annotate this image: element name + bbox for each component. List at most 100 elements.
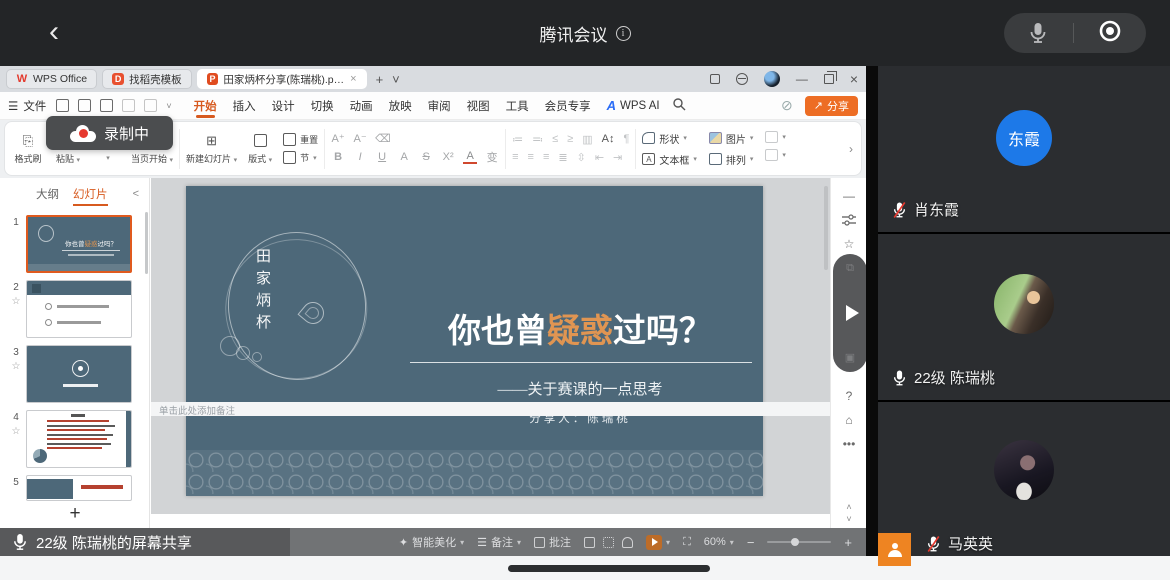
bullets-icon[interactable]: ≔ — [512, 133, 523, 146]
menu-insert[interactable]: 插入 — [225, 92, 264, 120]
outline-tab[interactable]: 大纲 — [36, 186, 59, 202]
document-tab-active[interactable]: P 田家炳杯分享(陈瑞桃).pptx × — [197, 69, 367, 89]
text-effect-button[interactable]: 变 — [485, 149, 499, 165]
slide-thumbnail-1[interactable]: 你也曾疑惑过吗？ — [26, 215, 132, 273]
add-slide-button[interactable]: + — [0, 501, 150, 525]
close-window-button[interactable]: × — [850, 71, 858, 87]
indent-decrease-icon[interactable]: ≤ — [552, 133, 558, 146]
font-color-button[interactable]: A — [463, 151, 477, 164]
export-icon[interactable] — [100, 99, 113, 112]
slideshow-button[interactable]: ▾ — [646, 535, 670, 550]
search-button[interactable] — [672, 97, 686, 114]
strikethrough-button[interactable]: S — [419, 151, 433, 163]
menu-tools[interactable]: 工具 — [498, 92, 537, 120]
next-slide-arrow[interactable]: ˅ — [846, 514, 851, 524]
save-icon[interactable] — [56, 99, 69, 112]
favorite-star-icon[interactable]: ☆ — [831, 232, 866, 256]
tab-list-caret-icon[interactable]: ˅ — [392, 72, 400, 87]
align-right-icon[interactable]: ≡ — [543, 151, 549, 164]
line-spacing-icon[interactable]: ⇳ — [577, 151, 586, 164]
participant-tile[interactable]: 东霞 肖东霞 — [878, 66, 1170, 232]
menu-animation[interactable]: 动画 — [342, 92, 381, 120]
new-tab-button[interactable]: + — [376, 72, 384, 87]
zoom-slider-thumb[interactable] — [791, 538, 799, 546]
slide-thumbnail-4[interactable] — [26, 410, 132, 468]
canvas-scrollbar[interactable] — [824, 186, 828, 270]
zoom-slider[interactable] — [767, 541, 831, 543]
normal-view-icon[interactable] — [584, 537, 595, 548]
menu-review[interactable]: 审阅 — [420, 92, 459, 120]
slide-sorter-view-icon[interactable] — [603, 537, 614, 548]
align-center-icon[interactable]: ≡ — [528, 151, 534, 164]
collapse-rail-icon[interactable]: — — [831, 184, 866, 208]
menu-view[interactable]: 视图 — [459, 92, 498, 120]
slide-thumbnail-3[interactable] — [26, 345, 132, 403]
new-slide-button[interactable]: ⊞ 新建幻灯片 ▾ — [186, 133, 237, 165]
menu-transition[interactable]: 切换 — [303, 92, 342, 120]
zoom-level[interactable]: 60% ▾ — [704, 536, 734, 548]
insert-shape-button[interactable]: 形状▾ — [642, 131, 697, 146]
microphone-button[interactable] — [1028, 21, 1048, 45]
previous-slide-arrow[interactable]: ˄ — [846, 502, 851, 512]
justify-icon[interactable]: ≣ — [558, 151, 567, 164]
menu-home[interactable]: 开始 — [186, 92, 225, 120]
layout-mode-icon[interactable] — [710, 74, 720, 84]
superscript-button[interactable]: X² — [441, 151, 455, 163]
wps-home-tab[interactable]: W WPS Office — [6, 69, 97, 89]
clear-format-button[interactable]: ⌫ — [375, 132, 389, 145]
home-indicator[interactable] — [508, 565, 710, 572]
bold-button[interactable]: B — [331, 151, 345, 163]
redo-icon[interactable] — [144, 99, 157, 112]
slide-thumbnail-5[interactable] — [26, 475, 132, 501]
insert-picture-button[interactable]: 图片▾ — [709, 131, 754, 146]
participant-tile[interactable]: 马英英 — [878, 402, 1170, 566]
docer-template-tab[interactable]: D 找稻壳模板 — [102, 69, 192, 89]
shrink-text-icon[interactable]: ⇤ — [595, 151, 604, 164]
align-objects-button[interactable]: ▾ — [765, 149, 786, 161]
section-button[interactable]: 节 ▾ — [283, 151, 318, 164]
slide-thumbnail-2[interactable] — [26, 280, 132, 338]
meeting-floating-toolbar[interactable]: ⧉ ▣ — [833, 254, 866, 372]
indent-increase-icon[interactable]: ≥ — [567, 133, 573, 146]
help-icon[interactable]: ? — [831, 384, 866, 408]
align-left-icon[interactable]: ≡ — [512, 151, 518, 164]
participant-tile[interactable]: 22级 陈瑞桃 — [878, 234, 1170, 400]
properties-icon[interactable] — [831, 208, 866, 232]
insert-textbox-button[interactable]: A 文本框▾ — [642, 152, 697, 167]
slide-layout-button[interactable]: 版式 ▾ — [243, 133, 277, 165]
panel-scrollbar[interactable] — [145, 212, 148, 274]
zoom-out-button[interactable]: − — [747, 535, 755, 550]
collapse-panel-icon[interactable]: < — [133, 188, 139, 200]
restore-window-button[interactable] — [824, 74, 834, 84]
reading-view-icon[interactable] — [622, 537, 633, 548]
info-icon[interactable]: i — [616, 26, 631, 41]
quickbar-caret-icon[interactable]: ˅ — [166, 101, 171, 111]
char-border-button[interactable]: A — [397, 151, 411, 163]
undo-icon[interactable] — [122, 99, 135, 112]
slides-tab[interactable]: 幻灯片 — [73, 186, 108, 202]
notes-button[interactable]: ☰ 备注 ▾ — [477, 534, 521, 550]
account-avatar[interactable] — [764, 71, 780, 87]
text-direction-button[interactable]: A↕ — [602, 133, 615, 146]
font-enlarge-button[interactable]: A⁺ — [331, 132, 345, 145]
merge-shapes-button[interactable]: ▾ — [765, 131, 786, 143]
reset-slide-button[interactable]: 重置 — [283, 133, 318, 146]
comment-button[interactable]: 批注 — [534, 534, 571, 550]
sync-status-icon[interactable]: ⊘ — [781, 97, 793, 114]
wps-ai-button[interactable]: A WPS AI — [599, 98, 668, 113]
fit-window-button[interactable]: ⛶ — [683, 536, 691, 549]
file-menu[interactable]: ☰ 文件 — [8, 98, 46, 114]
editing-canvas[interactable]: 田家炳杯 你也曾疑惑过吗？ ——关于赛课的一点思考 分享人：陈瑞桃 — [151, 178, 830, 514]
underline-button[interactable]: U — [375, 151, 389, 163]
format-painter-button[interactable]: ⎘ 格式刷 — [11, 133, 45, 165]
arrange-button[interactable]: 排列▾ — [709, 152, 754, 167]
grow-text-icon[interactable]: ⇥ — [613, 151, 622, 164]
italic-button[interactable]: I — [353, 151, 367, 163]
more-tools-icon[interactable]: ••• — [831, 432, 866, 456]
font-shrink-button[interactable]: A⁻ — [353, 132, 367, 145]
resource-box-icon[interactable]: ⌂ — [831, 408, 866, 432]
minimize-button[interactable]: — — [796, 72, 808, 86]
print-icon[interactable] — [78, 99, 91, 112]
numbering-icon[interactable]: ≕ — [532, 133, 543, 146]
paragraph-mark-icon[interactable]: ¶ — [623, 133, 629, 146]
